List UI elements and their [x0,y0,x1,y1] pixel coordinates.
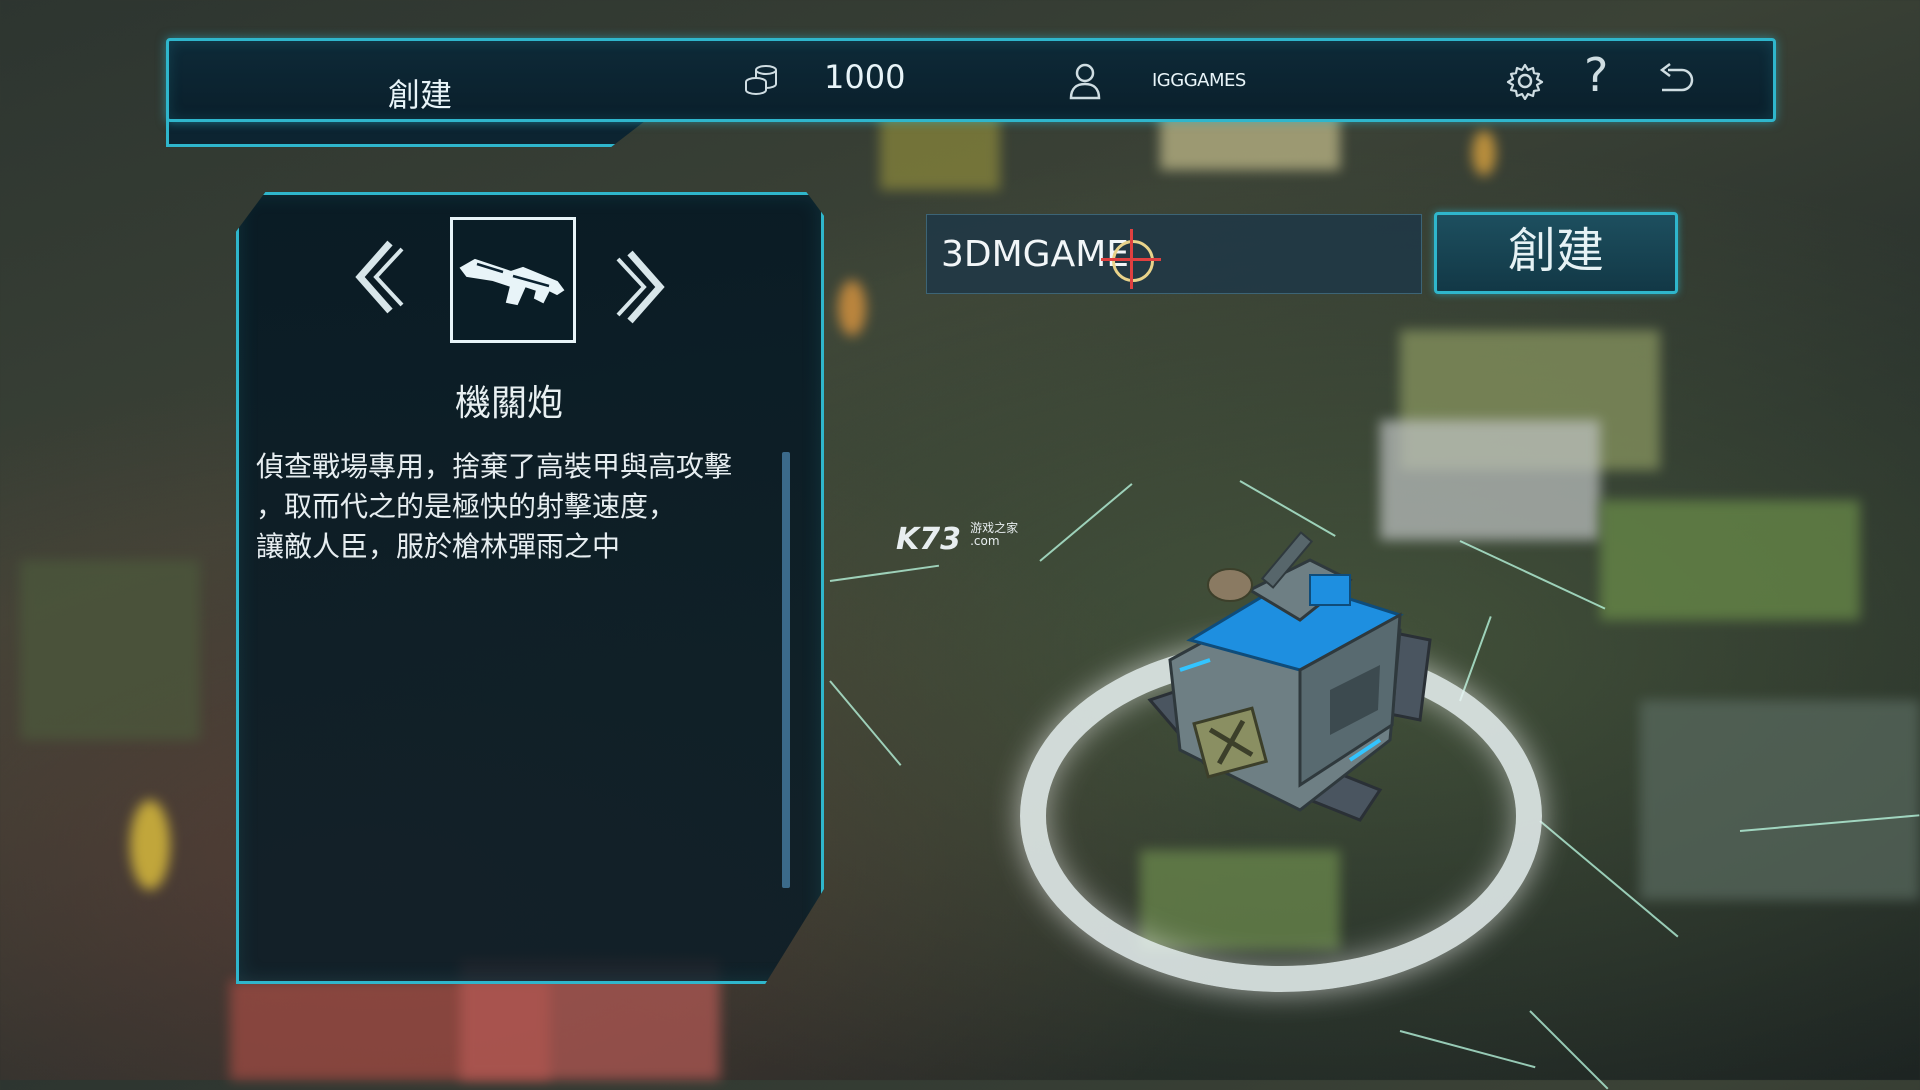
coin-count: 1000 [824,58,906,96]
speed-streak [1459,616,1492,702]
fire-effect [1472,130,1496,176]
tank-name-input[interactable]: 3DMGAME [926,214,1422,294]
username: IGGGAMES [1152,70,1246,91]
user-icon[interactable] [1068,62,1102,104]
crosshair-cursor-icon [1101,229,1161,289]
fire-effect [838,280,866,336]
create-button[interactable]: 創建 [1434,212,1678,294]
watermark-brand: K73 [896,522,961,557]
speed-streak [1399,1030,1536,1069]
watermark: K73 游戏之家 .com [896,522,1018,558]
speed-streak [1039,483,1133,562]
machine-gun-icon [459,258,565,306]
gear-icon[interactable] [1506,62,1544,104]
speed-streak [1459,540,1606,610]
scene-block [1640,700,1920,900]
weapon-name: 機關炮 [455,383,564,424]
help-icon[interactable]: ? [1584,48,1608,102]
scene-block [880,110,1000,190]
fire-effect [130,800,170,890]
page-title: 創建 [388,76,453,114]
description-scrollbar[interactable] [782,452,790,888]
tank-model [1130,520,1460,854]
scene-block [20,560,200,740]
chevron-left-icon[interactable] [350,236,406,332]
weapon-slot[interactable] [450,217,576,343]
chevron-right-icon[interactable] [614,246,670,342]
weapon-description: 偵查戰場專用，捨棄了高裝甲與高攻擊 ，取而代之的是極快的射擊速度， 讓敵人臣，服… [256,447,776,567]
coins-icon [744,64,780,100]
back-icon[interactable] [1656,62,1698,100]
description-line: 偵查戰場專用，捨棄了高裝甲與高攻擊 [256,450,733,483]
scene-block [1600,500,1860,620]
description-line: ，取而代之的是極快的射擊速度， [256,490,677,523]
description-line: 讓敵人臣，服於槍林彈雨之中 [256,530,621,563]
speed-streak [829,564,940,582]
watermark-domain: .com [970,534,1000,548]
speed-streak [829,680,902,766]
speed-streak [1529,1010,1609,1090]
